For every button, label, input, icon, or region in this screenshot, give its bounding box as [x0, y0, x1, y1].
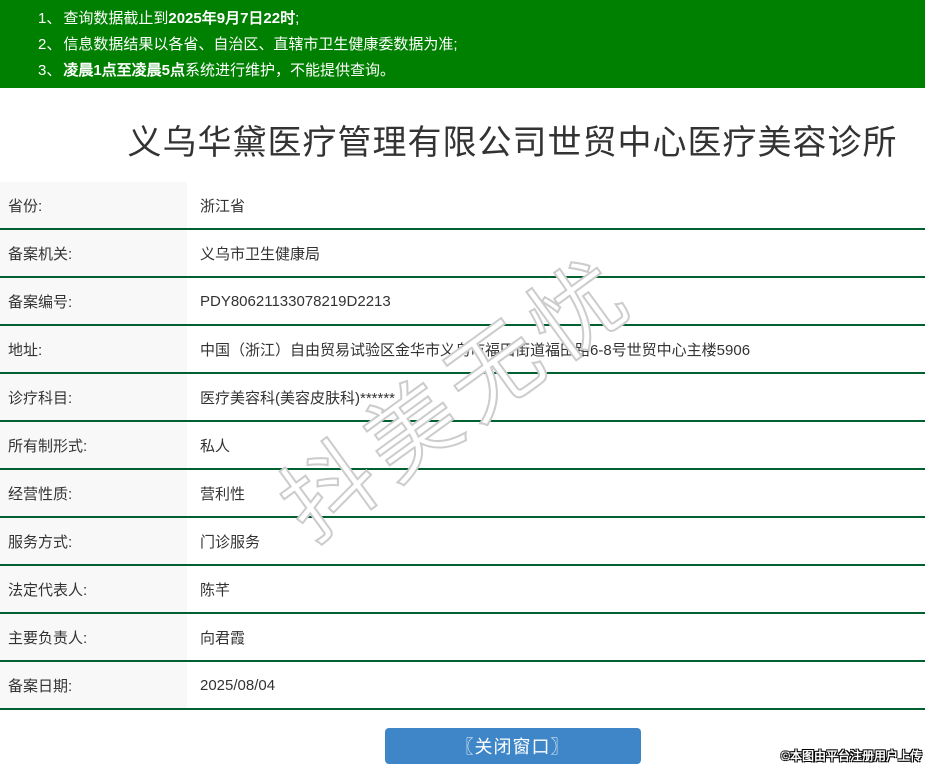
row-label: 地址:: [0, 326, 187, 372]
table-row-service-mode: 服务方式: 门诊服务: [0, 518, 925, 566]
row-label: 备案机关:: [0, 230, 187, 276]
row-label: 备案编号:: [0, 278, 187, 324]
notice-number: 2、: [38, 36, 62, 53]
notice-item-3: 3、 凌晨1点至凌晨5点系统进行维护，不能提供查询。: [38, 58, 915, 84]
notice-number: 3、: [38, 62, 62, 79]
notice-item-1: 1、 查询数据截止到2025年9月7日22时;: [38, 6, 915, 32]
close-window-button[interactable]: 〖关闭窗口〗: [384, 728, 641, 764]
row-label: 经营性质:: [0, 470, 187, 516]
notice-text: 查询数据截止到2025年9月7日22时;: [63, 10, 300, 27]
row-value: PDY80621133078219D2213: [200, 292, 391, 310]
table-row-legal-representative: 法定代表人: 陈芊: [0, 566, 925, 614]
row-value: 义乌市卫生健康局: [200, 245, 321, 263]
row-value: 门诊服务: [200, 533, 261, 551]
table-row-person-in-charge: 主要负责人: 向君霞: [0, 614, 925, 662]
row-label: 主要负责人:: [0, 614, 187, 660]
table-row-filing-number: 备案编号: PDY80621133078219D2213: [0, 278, 925, 326]
row-label: 服务方式:: [0, 518, 187, 564]
row-label: 省份:: [0, 182, 187, 228]
table-row-ownership: 所有制形式: 私人: [0, 422, 925, 470]
notice-text: 信息数据结果以各省、自治区、直辖市卫生健康委数据为准;: [63, 36, 458, 53]
table-row-address: 地址: 中国（浙江）自由贸易试验区金华市义乌市福田街道福田路6-8号世贸中心主楼…: [0, 326, 925, 374]
notice-item-2: 2、 信息数据结果以各省、自治区、直辖市卫生健康委数据为准;: [38, 32, 915, 58]
row-label: 诊疗科目:: [0, 374, 187, 420]
table-row-province: 省份: 浙江省: [0, 182, 925, 230]
row-value: 私人: [200, 437, 231, 455]
notice-text: 凌晨1点至凌晨5点系统进行维护，不能提供查询。: [63, 62, 396, 79]
row-value: 2025/08/04: [200, 676, 276, 694]
table-row-filing-date: 备案日期: 2025/08/04: [0, 662, 925, 710]
table-row-filing-authority: 备案机关: 义乌市卫生健康局: [0, 230, 925, 278]
notice-bar: 1、 查询数据截止到2025年9月7日22时; 2、 信息数据结果以各省、自治区…: [0, 0, 925, 88]
row-value: 向君霞: [200, 629, 246, 647]
page-title: 义乌华黛医疗管理有限公司世贸中心医疗美容诊所: [127, 124, 898, 162]
row-value: 医疗美容科(美容皮肤科)******: [200, 389, 396, 407]
row-label: 备案日期:: [0, 662, 187, 708]
row-value: 营利性: [200, 485, 246, 503]
table-row-departments: 诊疗科目: 医疗美容科(美容皮肤科)******: [0, 374, 925, 422]
row-value: 陈芊: [200, 581, 231, 599]
row-label: 法定代表人:: [0, 566, 187, 612]
table-row-business-nature: 经营性质: 营利性: [0, 470, 925, 518]
row-value: 中国（浙江）自由贸易试验区金华市义乌市福田街道福田路6-8号世贸中心主楼5906: [200, 341, 751, 359]
uploaded-by-stamp: ©本图由平台注册用户上传: [781, 749, 922, 763]
row-value: 浙江省: [200, 197, 246, 215]
record-table: 省份: 浙江省 备案机关: 义乌市卫生健康局 备案编号: PDY80621133…: [0, 182, 925, 710]
row-label: 所有制形式:: [0, 422, 187, 468]
notice-number: 1、: [38, 10, 62, 27]
